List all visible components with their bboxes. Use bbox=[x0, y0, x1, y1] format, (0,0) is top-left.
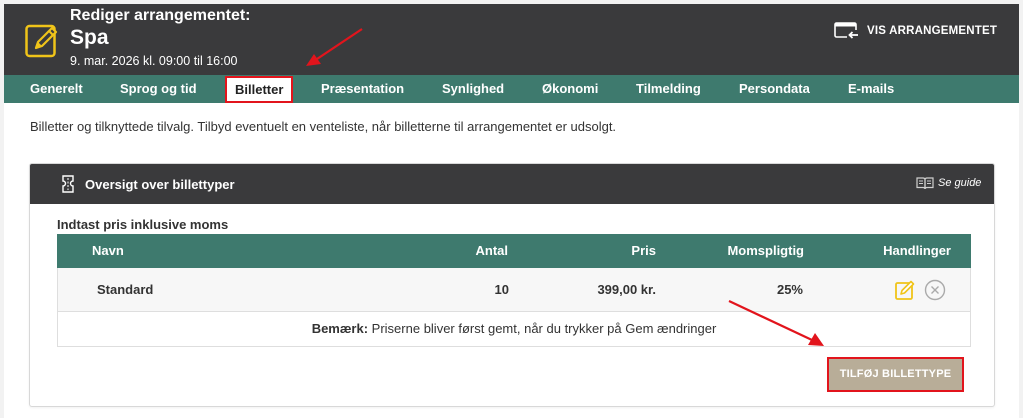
ticket-types-panel: Oversigt over billettyper Se guide Indta… bbox=[29, 163, 995, 407]
edit-ticket-icon[interactable] bbox=[894, 279, 916, 301]
table-header: Navn Antal Pris Momspligtig Handlinger bbox=[57, 234, 971, 268]
page-description: Billetter og tilknyttede tilvalg. Tilbyd… bbox=[30, 119, 617, 134]
guide-label: Se guide bbox=[938, 177, 982, 189]
price-remark: Bemærk: Priserne bliver først gemt, når … bbox=[57, 312, 971, 347]
tab-billetter[interactable]: Billetter bbox=[225, 76, 294, 103]
event-header: Rediger arrangementet: Spa 9. mar. 2026 … bbox=[4, 4, 1019, 75]
table-row: Standard 10 399,00 kr. 25% bbox=[57, 268, 971, 312]
tab-synlighed[interactable]: Synlighed bbox=[442, 75, 504, 103]
tab-oekonomi[interactable]: Økonomi bbox=[542, 75, 598, 103]
panel-header: Oversigt over billettyper Se guide bbox=[30, 164, 994, 204]
column-price: Pris bbox=[631, 243, 656, 258]
tab-persondata[interactable]: Persondata bbox=[739, 75, 810, 103]
ticket-vat: 25% bbox=[776, 282, 803, 297]
remark-text: Priserne bliver først gemt, når du trykk… bbox=[371, 321, 717, 336]
ticket-icon bbox=[62, 175, 74, 193]
ticket-price: 399,00 kr. bbox=[597, 282, 656, 297]
tab-bar: Generelt Sprog og tid Billetter Præsenta… bbox=[4, 75, 1019, 103]
view-event-label: VIS ARRANGEMENTET bbox=[867, 25, 998, 37]
tab-praesentation[interactable]: Præsentation bbox=[321, 75, 404, 103]
header-label: Rediger arrangementet: bbox=[70, 7, 251, 24]
ticket-name: Standard bbox=[97, 282, 154, 297]
tab-e-mails[interactable]: E-mails bbox=[848, 75, 894, 103]
view-external-icon bbox=[834, 22, 859, 40]
column-name: Navn bbox=[92, 243, 124, 258]
guide-link[interactable]: Se guide bbox=[916, 176, 981, 190]
event-date: 9. mar. 2026 kl. 09:00 til 16:00 bbox=[70, 54, 238, 68]
edit-icon bbox=[25, 24, 58, 58]
tab-tilmelding[interactable]: Tilmelding bbox=[636, 75, 701, 103]
column-vat: Momspligtig bbox=[727, 243, 804, 258]
tab-generelt[interactable]: Generelt bbox=[30, 75, 83, 103]
delete-ticket-icon[interactable] bbox=[924, 279, 946, 301]
tab-sprog-og-tid[interactable]: Sprog og tid bbox=[120, 75, 197, 103]
add-ticket-type-button[interactable]: TILFØJ BILLETTYPE bbox=[827, 357, 964, 392]
ticket-count: 10 bbox=[494, 282, 509, 297]
price-note: Indtast pris inklusive moms bbox=[57, 217, 229, 232]
book-icon bbox=[916, 177, 934, 190]
view-event-button[interactable]: VIS ARRANGEMENTET bbox=[834, 20, 997, 42]
page-frame: Rediger arrangementet: Spa 9. mar. 2026 … bbox=[4, 4, 1019, 418]
column-count: Antal bbox=[475, 243, 509, 258]
panel-title: Oversigt over billettyper bbox=[85, 177, 235, 192]
column-actions: Handlinger bbox=[883, 243, 951, 258]
ticket-types-table: Navn Antal Pris Momspligtig Handlinger S… bbox=[57, 234, 971, 347]
event-title: Spa bbox=[70, 26, 109, 49]
add-ticket-type-label: TILFØJ BILLETTYPE bbox=[831, 361, 960, 388]
remark-label: Bemærk: bbox=[311, 321, 369, 336]
